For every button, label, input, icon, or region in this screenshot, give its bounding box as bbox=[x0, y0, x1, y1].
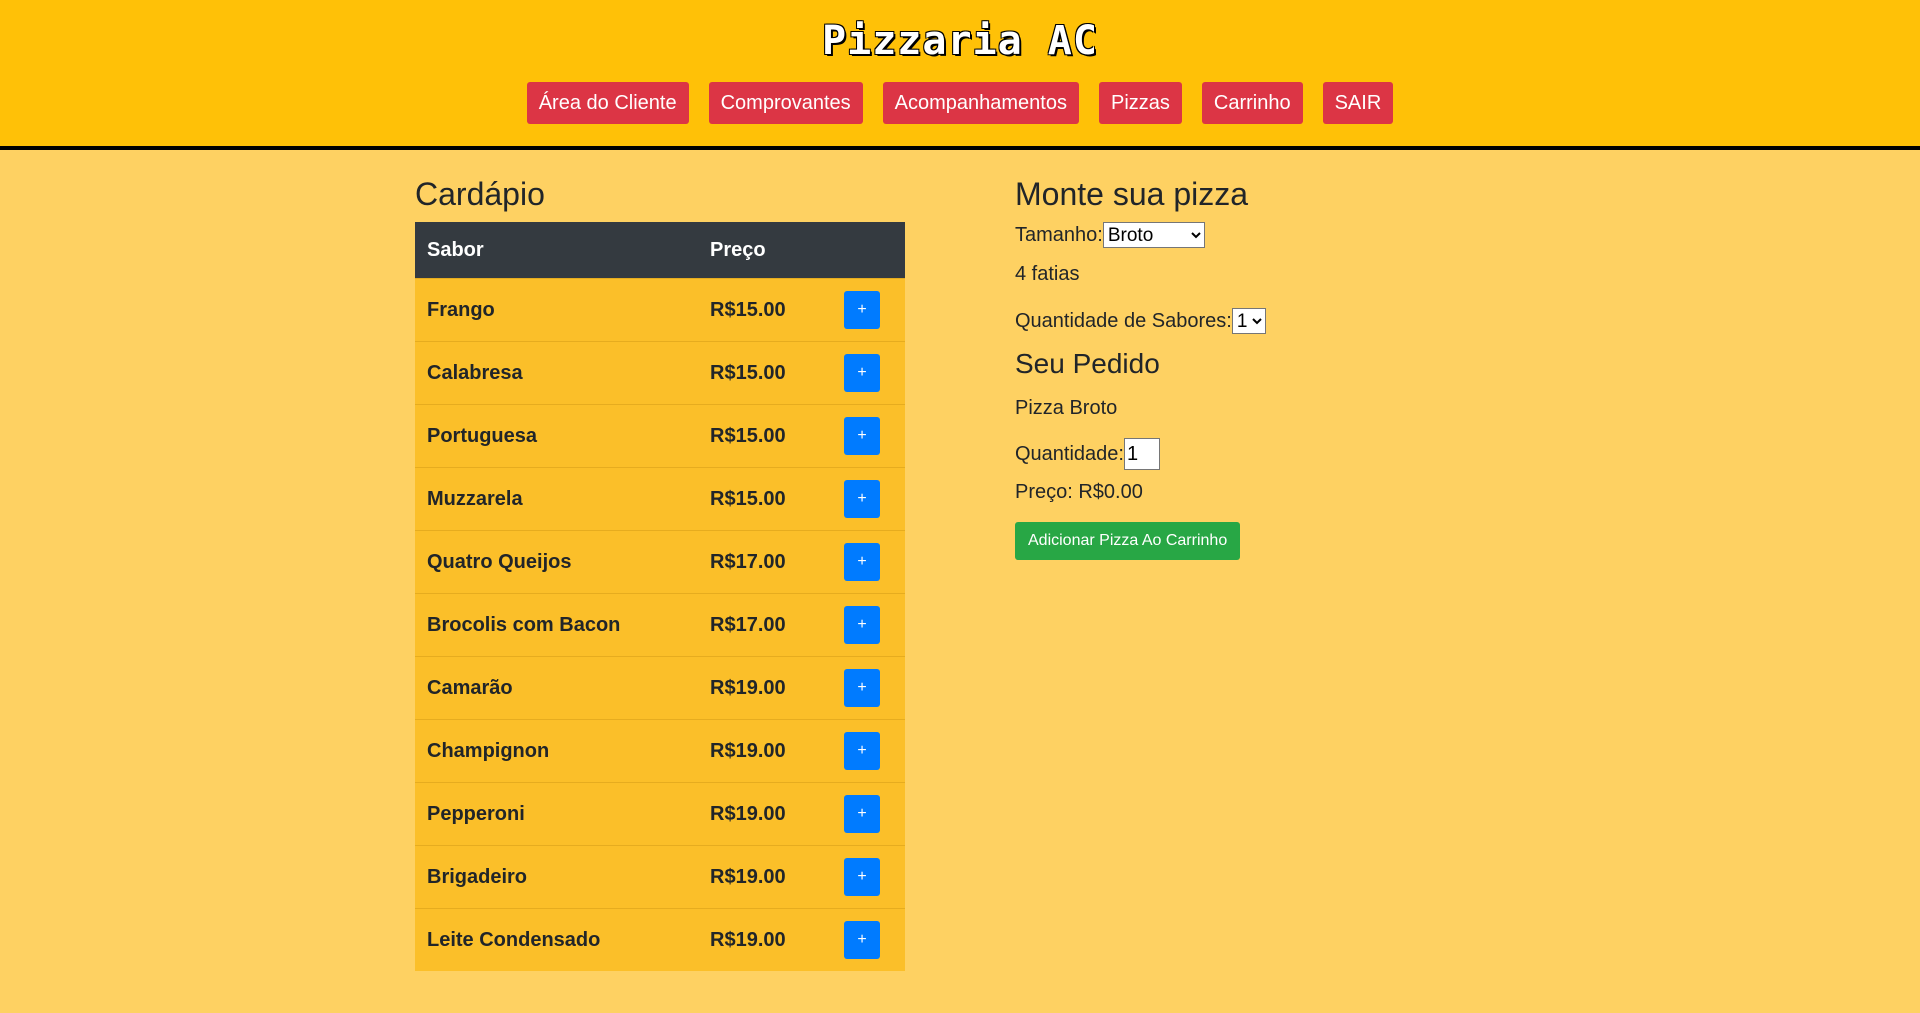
add-flavor-button[interactable]: + bbox=[844, 606, 880, 644]
add-to-cart-button[interactable]: Adicionar Pizza Ao Carrinho bbox=[1015, 522, 1241, 560]
nav-pizzas-button[interactable]: Pizzas bbox=[1098, 82, 1182, 124]
flavors-qty-select[interactable]: 1 bbox=[1231, 308, 1266, 334]
flavor-price: R$19.00 bbox=[710, 802, 786, 825]
menu-table-header: Sabor Preço bbox=[415, 222, 905, 279]
flavor-name: Camarão bbox=[427, 676, 513, 699]
flavor-price: R$19.00 bbox=[710, 676, 786, 699]
table-row: Quatro Queijos R$17.00 + bbox=[415, 530, 905, 594]
flavor-name: Brocolis com Bacon bbox=[427, 613, 621, 636]
add-flavor-button[interactable]: + bbox=[844, 291, 880, 329]
flavor-name: Brigadeiro bbox=[427, 865, 528, 888]
add-flavor-button[interactable]: + bbox=[844, 921, 880, 959]
flavor-price: R$19.00 bbox=[710, 928, 786, 951]
action-column-header bbox=[832, 222, 905, 279]
table-row: Leite Condensado R$19.00 + bbox=[415, 908, 905, 971]
nav-acompanhamentos-button[interactable]: Acompanhamentos bbox=[882, 82, 1079, 124]
flavor-price: R$15.00 bbox=[710, 487, 786, 510]
builder-title: Monte sua pizza bbox=[1015, 176, 1249, 212]
nav-carrinho-button[interactable]: Carrinho bbox=[1201, 82, 1303, 124]
flavor-price: R$15.00 bbox=[710, 298, 786, 321]
price-column-header: Preço bbox=[710, 238, 766, 261]
table-row: Calabresa R$15.00 + bbox=[415, 341, 905, 405]
flavor-name: Portuguesa bbox=[427, 424, 538, 447]
nav-sair-button[interactable]: SAIR bbox=[1322, 82, 1394, 124]
quantity-input[interactable] bbox=[1123, 438, 1160, 470]
menu-title: Cardápio bbox=[415, 176, 545, 212]
flavor-price: R$19.00 bbox=[710, 865, 786, 888]
flavor-name: Pepperoni bbox=[427, 802, 525, 825]
flavor-price: R$19.00 bbox=[710, 739, 786, 762]
flavor-name: Muzzarela bbox=[427, 487, 523, 510]
flavor-price: R$17.00 bbox=[710, 613, 786, 636]
flavors-qty-row: Quantidade de Sabores: 1 bbox=[1015, 308, 1515, 334]
site-header: Pizzaria AC Área do Cliente Comprovantes… bbox=[0, 0, 1920, 150]
flavor-name: Champignon bbox=[427, 739, 550, 762]
quantity-label: Quantidade: bbox=[1015, 442, 1124, 465]
table-row: Portuguesa R$15.00 + bbox=[415, 404, 905, 468]
table-row: Camarão R$19.00 + bbox=[415, 656, 905, 720]
main-nav: Área do Cliente Comprovantes Acompanhame… bbox=[0, 82, 1920, 124]
flavor-price: R$15.00 bbox=[710, 361, 786, 384]
add-flavor-button[interactable]: + bbox=[844, 858, 880, 896]
slices-text: 4 fatias bbox=[1015, 263, 1080, 285]
flavor-price: R$15.00 bbox=[710, 424, 786, 447]
flavor-price: R$17.00 bbox=[710, 550, 786, 573]
table-row: Frango R$15.00 + bbox=[415, 278, 905, 342]
add-flavor-button[interactable]: + bbox=[844, 795, 880, 833]
nav-area-cliente-button[interactable]: Área do Cliente bbox=[526, 82, 689, 124]
add-flavor-button[interactable]: + bbox=[844, 354, 880, 392]
order-price: Preço: R$0.00 bbox=[1015, 481, 1143, 503]
size-row: Tamanho: Broto bbox=[1015, 222, 1515, 248]
flavor-name: Leite Condensado bbox=[427, 928, 601, 951]
size-select[interactable]: Broto bbox=[1102, 222, 1205, 248]
table-row: Muzzarela R$15.00 + bbox=[415, 467, 905, 531]
add-flavor-button[interactable]: + bbox=[844, 417, 880, 455]
nav-comprovantes-button[interactable]: Comprovantes bbox=[708, 82, 863, 124]
pizza-builder: Monte sua pizza Tamanho: Broto 4 fatias … bbox=[1015, 174, 1515, 560]
table-row: Pepperoni R$19.00 + bbox=[415, 782, 905, 846]
table-row: Champignon R$19.00 + bbox=[415, 719, 905, 783]
brand-logo: Pizzaria AC bbox=[822, 18, 1098, 64]
menu-section: Cardápio Sabor Preço Frango R$15.00 + Ca… bbox=[415, 174, 905, 971]
menu-table: Sabor Preço Frango R$15.00 + Calabresa R… bbox=[415, 222, 905, 971]
flavor-name: Calabresa bbox=[427, 361, 523, 384]
flavor-name: Frango bbox=[427, 298, 495, 321]
table-row: Brigadeiro R$19.00 + bbox=[415, 845, 905, 909]
add-flavor-button[interactable]: + bbox=[844, 480, 880, 518]
order-item: Pizza Broto bbox=[1015, 397, 1118, 419]
table-row: Brocolis com Bacon R$17.00 + bbox=[415, 593, 905, 657]
add-flavor-button[interactable]: + bbox=[844, 543, 880, 581]
size-label: Tamanho: bbox=[1015, 223, 1103, 246]
flavor-name: Quatro Queijos bbox=[427, 550, 572, 573]
add-flavor-button[interactable]: + bbox=[844, 669, 880, 707]
add-flavor-button[interactable]: + bbox=[844, 732, 880, 770]
quantity-row: Quantidade: bbox=[1015, 438, 1515, 470]
order-title: Seu Pedido bbox=[1015, 348, 1160, 379]
flavors-qty-label: Quantidade de Sabores: bbox=[1015, 309, 1232, 332]
flavor-column-header: Sabor bbox=[427, 238, 484, 261]
